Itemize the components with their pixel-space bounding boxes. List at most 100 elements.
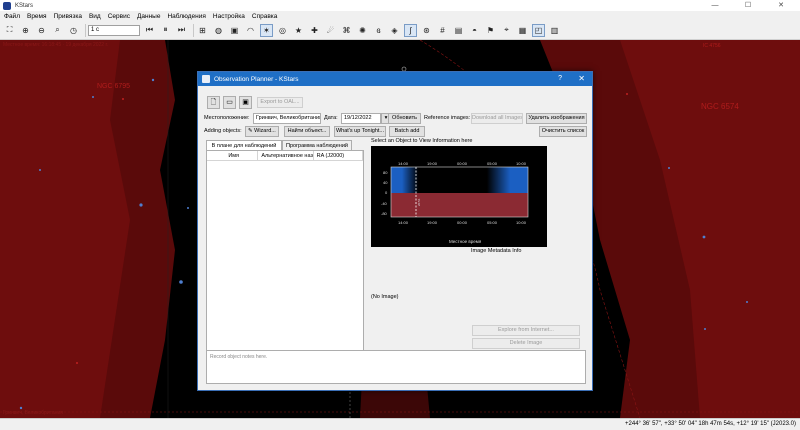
- menu-data[interactable]: Данные: [137, 13, 160, 20]
- refresh-button[interactable]: Обновить: [388, 113, 421, 124]
- lst-tick: 14:00: [398, 161, 409, 166]
- minimize-button[interactable]: —: [700, 0, 730, 11]
- menu-file[interactable]: Файл: [4, 13, 20, 20]
- menu-settings[interactable]: Настройка: [213, 13, 245, 20]
- time-tick: 10:00: [516, 220, 527, 225]
- sky-object-label[interactable]: IC 4756: [703, 43, 721, 49]
- batch-add-button[interactable]: Batch add: [389, 126, 425, 137]
- delete-images-button[interactable]: Удалить изображения: [526, 113, 587, 124]
- menu-pointing[interactable]: Привязка: [54, 13, 82, 20]
- select-object-hint: Select an Object to View Information her…: [371, 138, 473, 144]
- help-button[interactable]: ?: [558, 75, 562, 82]
- supernova-icon[interactable]: ✺: [356, 24, 369, 37]
- comet-icon[interactable]: ☄: [324, 24, 337, 37]
- toolbar-separator: [193, 23, 194, 37]
- toolbar-separator: [85, 23, 86, 37]
- wizard-button[interactable]: ✎ Wizard...: [245, 126, 279, 137]
- zoom-in-icon[interactable]: ⊕: [19, 24, 32, 37]
- ground-icon[interactable]: ◓: [468, 24, 481, 37]
- notes-placeholder: Record object notes here.: [210, 354, 268, 360]
- wizard-button-label: Wizard...: [254, 128, 276, 134]
- rabbit-icon[interactable]: ɞ: [372, 24, 385, 37]
- delete-image-button[interactable]: Delete Image: [472, 338, 580, 349]
- hips-icon[interactable]: ▥: [548, 24, 561, 37]
- curve-icon[interactable]: ∫: [404, 23, 417, 37]
- dialog-close-button[interactable]: ✕: [578, 74, 585, 83]
- constellation-icon[interactable]: ✶: [260, 23, 273, 37]
- whats-up-tonight-button[interactable]: What's up Tonight...: [334, 126, 386, 137]
- reference-images-label: Reference images:: [424, 115, 471, 121]
- kstars-app-icon: [3, 1, 11, 10]
- sky-object-label[interactable]: NGC 6795: [97, 83, 130, 90]
- window-titlebar: KStars — ☐ ✕: [0, 0, 800, 11]
- object-list-header: Имя Альтернативное название RA (J2000): [207, 151, 363, 161]
- step-back-icon[interactable]: ⏮: [143, 24, 156, 37]
- status-bar: +244° 36' 57", +33° 50' 04" 18h 47m 54s,…: [0, 418, 800, 430]
- calendar-icon[interactable]: ▦: [516, 24, 529, 37]
- sky-object-label[interactable]: NGC 6574: [701, 102, 739, 111]
- explore-internet-button[interactable]: Explore from Internet...: [472, 325, 580, 336]
- altitude-tick: -80: [381, 211, 387, 216]
- adding-objects-label: Adding objects:: [204, 128, 242, 134]
- location-field[interactable]: Гринвич, Великобритания: [253, 113, 321, 124]
- lst-tick: 00:00: [457, 161, 468, 166]
- time-tick: 14:00: [398, 220, 409, 225]
- time-tick: 05:00: [487, 220, 498, 225]
- sky-culture-icon[interactable]: ▤: [452, 24, 465, 37]
- object-list[interactable]: Имя Альтернативное название RA (J2000): [206, 150, 364, 355]
- altitude-plot[interactable]: 20:51 14:00 19:00 00:00 05:00 10:00 80 4…: [371, 146, 547, 247]
- window-title: KStars: [15, 2, 34, 9]
- open-file-icon[interactable]: ▭: [223, 96, 236, 109]
- time-step-field[interactable]: 1 с: [88, 24, 140, 36]
- column-alt-name[interactable]: Альтернативное название: [258, 151, 314, 160]
- telescope-icon[interactable]: ⌖: [500, 24, 513, 37]
- asteroid-icon[interactable]: ◈: [388, 24, 401, 37]
- horizon-icon[interactable]: ◠: [244, 24, 257, 37]
- altitude-tick: 80: [383, 170, 388, 175]
- fov-icon[interactable]: ◰: [532, 23, 545, 37]
- zoom-out-icon[interactable]: ⊖: [35, 24, 48, 37]
- lst-tick: 10:00: [516, 161, 527, 166]
- flag-icon[interactable]: ⚑: [484, 24, 497, 37]
- object-notes-field[interactable]: Record object notes here.: [206, 350, 586, 384]
- time-tick: 00:00: [457, 220, 468, 225]
- cross-icon[interactable]: ✚: [308, 24, 321, 37]
- search-icon[interactable]: ⌕: [51, 24, 64, 37]
- clear-list-button[interactable]: Очистить список: [539, 126, 587, 137]
- date-label: Дата:: [324, 115, 338, 121]
- column-ra[interactable]: RA (J2000): [314, 151, 363, 160]
- new-list-icon[interactable]: 🗋: [207, 96, 220, 109]
- location-label: Местоположение:: [204, 115, 250, 121]
- image-icon[interactable]: ▣: [228, 24, 241, 37]
- pause-icon[interactable]: ⏸: [159, 24, 172, 37]
- menu-help[interactable]: Справка: [252, 13, 278, 20]
- plot-time-axis-label: Местное время: [449, 239, 482, 244]
- fit-window-icon[interactable]: ⛶: [3, 24, 16, 37]
- menu-view[interactable]: Вид: [89, 13, 101, 20]
- grid-icon[interactable]: #: [436, 24, 449, 37]
- menu-tools[interactable]: Сервис: [108, 13, 130, 20]
- export-oal-button[interactable]: Export to OAL...: [257, 97, 303, 108]
- equatorial-icon[interactable]: ⊛: [420, 24, 433, 37]
- column-name[interactable]: Имя: [207, 151, 259, 160]
- close-button[interactable]: ✕: [766, 0, 796, 11]
- date-field[interactable]: 19/12/2022: [341, 113, 381, 124]
- star-icon[interactable]: ★: [292, 24, 305, 37]
- altitude-tick: 0: [385, 190, 388, 195]
- menu-observation[interactable]: Наблюдения: [167, 13, 205, 20]
- galaxy-icon[interactable]: ◎: [276, 24, 289, 37]
- download-all-images-button[interactable]: Download all Images: [471, 113, 523, 124]
- globe-icon[interactable]: ◍: [212, 24, 225, 37]
- menu-time[interactable]: Время: [27, 13, 47, 20]
- eq-grid-icon[interactable]: ⊞: [196, 24, 209, 37]
- clock-icon[interactable]: ◷: [67, 24, 80, 37]
- save-icon[interactable]: ▣: [239, 96, 252, 109]
- maximize-button[interactable]: ☐: [733, 0, 763, 11]
- find-object-button[interactable]: Найти объект...: [284, 126, 330, 137]
- satellite-icon[interactable]: ⌘: [340, 24, 353, 37]
- main-toolbar: ⛶ ⊕ ⊖ ⌕ ◷ 1 с ⏮ ⏸ ⏭ ⊞ ◍ ▣ ◠ ✶ ◎ ★ ✚ ☄ ⌘ …: [0, 21, 800, 40]
- time-tick: 19:00: [427, 220, 438, 225]
- altitude-tick: 40: [383, 180, 388, 185]
- step-forward-icon[interactable]: ⏭: [175, 24, 188, 37]
- menubar: Файл Время Привязка Вид Сервис Данные На…: [0, 11, 800, 21]
